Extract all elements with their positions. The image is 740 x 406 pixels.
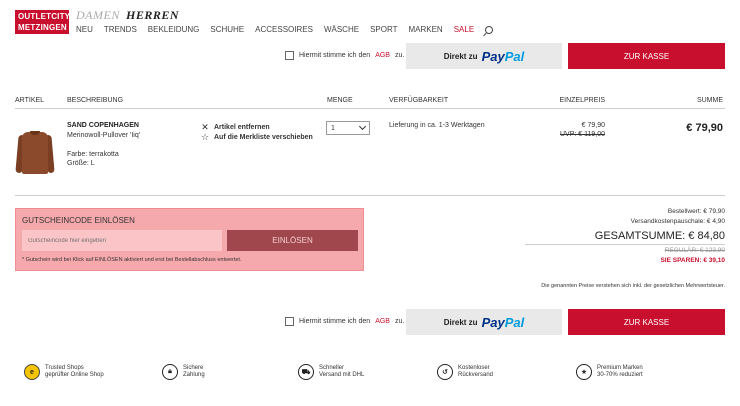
return-icon: ↺: [437, 364, 453, 380]
agb-checkbox[interactable]: [285, 51, 294, 60]
nav-item-accessoires[interactable]: ACCESSOIRES: [255, 25, 313, 34]
nav-item-sale[interactable]: SALE: [454, 25, 474, 34]
order-totals: Bestellwert: € 79,90 Versandkostenpausch…: [525, 208, 725, 267]
feature-fast-shipping: ⛟ Schneller Versand mit DHL: [298, 364, 364, 380]
feature-secure-payment: 🔒︎ Sichere Zahlung: [162, 364, 205, 380]
logo-line1: OUTLETCITY: [18, 12, 71, 21]
product-name[interactable]: Merinowoll-Pullover 'Iiq': [67, 132, 140, 139]
voucher-title: GUTSCHEINCODE EINLÖSEN: [22, 216, 135, 225]
feature-premium-brands: ★ Premium Marken 30-70% reduziert: [576, 364, 643, 380]
col-beschreibung: BESCHREIBUNG: [67, 97, 124, 104]
nav-item-sport[interactable]: SPORT: [370, 25, 397, 34]
unit-price: € 79,90: [581, 122, 605, 129]
agb-prefix: Hiermit stimme ich den: [299, 318, 371, 325]
paypal-logo: PayPal: [481, 48, 525, 64]
search-icon[interactable]: [485, 25, 494, 34]
main-nav: NEU TRENDS BEKLEIDUNG SCHUHE ACCESSOIRES…: [76, 25, 494, 34]
availability-text: Lieferung in ca. 1-3 Werktagen: [389, 122, 485, 129]
nav-item-neu[interactable]: NEU: [76, 25, 93, 34]
product-brand[interactable]: SAND COPENHAGEN: [67, 122, 139, 129]
logo-line2: METZINGEN: [18, 23, 67, 32]
wishlist-label: Auf die Merkliste verschieben: [214, 134, 313, 141]
voucher-submit-button[interactable]: EINLÖSEN: [227, 230, 358, 251]
paypal-button[interactable]: Direkt zu PayPal: [406, 43, 562, 69]
savings: SIE SPAREN: € 39,10: [660, 257, 725, 264]
star-icon: ☆: [201, 132, 210, 142]
checkout-button[interactable]: ZUR KASSE: [568, 309, 725, 335]
gender-tab-damen[interactable]: DAMEN: [76, 8, 120, 23]
premium-icon: ★: [576, 364, 592, 380]
agb-suffix: zu.: [394, 318, 405, 325]
col-artikel: ARTIKEL: [15, 97, 45, 104]
col-verfuegbarkeit: VERFÜGBARKEIT: [389, 97, 449, 104]
agb-link[interactable]: AGB: [375, 52, 390, 59]
checkout-bar-bottom: Hiermit stimme ich den AGB zu. Direkt zu…: [285, 309, 725, 335]
truck-icon: ⛟: [298, 364, 314, 380]
feature-line2: geprüfter Online Shop: [45, 372, 104, 378]
feature-line1: Premium Marken: [597, 364, 643, 371]
feature-line1: Trusted Shops: [45, 364, 84, 371]
row-sum: € 79,90: [686, 122, 723, 134]
gender-tab-herren[interactable]: HERREN: [126, 8, 179, 23]
nav-item-marken[interactable]: MARKEN: [408, 25, 442, 34]
feature-line1: Sichere: [183, 364, 204, 371]
nav-item-schuhe[interactable]: SCHUHE: [210, 25, 244, 34]
grand-total: GESAMTSUMME: € 84,80: [525, 230, 725, 245]
trusted-shops-icon: e: [24, 364, 40, 380]
agb-consent: Hiermit stimme ich den AGB zu.: [285, 317, 404, 326]
table-row: SAND COPENHAGEN Merinowoll-Pullover 'Iiq…: [15, 118, 725, 196]
paypal-button[interactable]: Direkt zu PayPal: [406, 309, 562, 335]
agb-consent: Hiermit stimme ich den AGB zu.: [285, 51, 404, 60]
lock-icon: 🔒︎: [162, 364, 178, 380]
regular-price: REGULÄR: € 123,90: [664, 247, 725, 254]
col-menge: MENGE: [327, 97, 353, 104]
agb-prefix: Hiermit stimme ich den: [299, 52, 371, 59]
paypal-logo: PayPal: [481, 314, 525, 330]
col-summe: SUMME: [696, 97, 723, 104]
feature-free-returns: ↺ Kostenloser Rückversand: [437, 364, 493, 380]
nav-item-waesche[interactable]: WÄSCHE: [324, 25, 359, 34]
nav-item-bekleidung[interactable]: BEKLEIDUNG: [148, 25, 200, 34]
checkout-button[interactable]: ZUR KASSE: [568, 43, 725, 69]
chevron-down-icon: [358, 122, 367, 131]
agb-suffix: zu.: [394, 52, 405, 59]
feature-line2: Rückversand: [458, 372, 494, 378]
outletcity-logo[interactable]: OUTLETCITY METZINGEN: [15, 10, 71, 34]
trust-features: e Trusted Shops geprüfter Online Shop 🔒︎ …: [24, 364, 724, 388]
move-to-wishlist-button[interactable]: ☆ Auf die Merkliste verschieben: [201, 132, 313, 143]
paypal-prefix: Direkt zu: [443, 317, 478, 327]
vat-note: Die genannten Preise verstehen sich inkl…: [541, 283, 725, 289]
paypal-prefix: Direkt zu: [443, 51, 478, 61]
product-size: Größe: L: [67, 160, 95, 167]
product-color: Farbe: terrakotta: [67, 151, 119, 158]
voucher-input[interactable]: [22, 230, 222, 251]
uvp-price: UVP: € 119,00: [559, 131, 605, 138]
agb-checkbox[interactable]: [285, 317, 294, 326]
col-einzelpreis: EINZELPREIS: [559, 97, 605, 104]
feature-line2: Versand mit DHL: [319, 372, 365, 378]
feature-line1: Kostenloser: [458, 364, 490, 371]
voucher-note: * Gutschein wird bei Klick auf EINLÖSEN …: [22, 257, 242, 263]
feature-line1: Schneller: [319, 364, 345, 371]
remove-item-label: Artikel entfernen: [214, 124, 270, 131]
agb-link[interactable]: AGB: [375, 318, 390, 325]
subtotal: Bestellwert: € 79,90: [667, 208, 725, 215]
quantity-value: 1: [331, 124, 335, 132]
quantity-select[interactable]: 1: [326, 121, 370, 135]
checkout-bar-top: Hiermit stimme ich den AGB zu. Direkt zu…: [285, 43, 725, 69]
nav-item-trends[interactable]: TRENDS: [104, 25, 137, 34]
product-image[interactable]: [15, 128, 55, 178]
shipping-cost: Versandkostenpauschale: € 4,90: [630, 218, 725, 225]
feature-trusted-shops: e Trusted Shops geprüfter Online Shop: [24, 364, 104, 380]
cart-table-header: ARTIKEL BESCHREIBUNG MENGE VERFÜGBARKEIT…: [15, 97, 725, 109]
voucher-panel: GUTSCHEINCODE EINLÖSEN EINLÖSEN * Gutsch…: [15, 208, 364, 271]
feature-line2: 30-70% reduziert: [597, 372, 643, 378]
feature-line2: Zahlung: [183, 372, 205, 378]
